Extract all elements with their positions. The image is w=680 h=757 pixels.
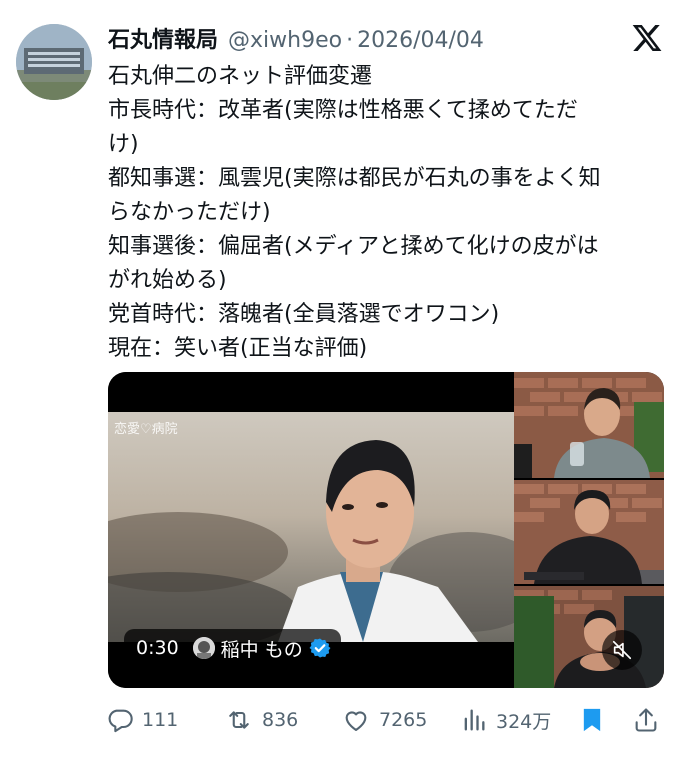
video-player[interactable]: 恋愛♡病院 0:30 稲中 もの (108, 372, 664, 688)
repost-icon (229, 711, 249, 729)
repost-button[interactable]: 836 (224, 700, 298, 740)
share-icon (635, 708, 657, 732)
tweet-line: け) (108, 132, 139, 157)
reply-button[interactable]: 111 (106, 700, 178, 740)
guest-video-1 (514, 372, 664, 478)
tweet-date[interactable]: 2026/04/04 (357, 28, 484, 53)
tweet-header: 石丸情報局 @xiwh9eo · 2026/04/04 (108, 22, 484, 54)
reply-icon (108, 709, 133, 733)
tweet-text: 石丸伸二のネット評価変遷 市長時代：改革者(実際は性格悪くて揉めてただ け) 都… (108, 60, 664, 366)
like-count: 7265 (379, 709, 428, 731)
author-handle[interactable]: @xiwh9eo (228, 28, 342, 53)
video-watermark: 恋愛♡病院 (114, 422, 178, 437)
like-button[interactable]: 7265 (341, 700, 427, 740)
guest-video-2 (514, 480, 664, 584)
header-separator: · (346, 28, 354, 53)
tweet-line: 石丸伸二のネット評価変遷 (108, 64, 373, 89)
verified-badge-icon (309, 638, 331, 658)
video-timestamp: 0:30 (136, 637, 179, 659)
channel-name[interactable]: 稲中 もの (221, 635, 303, 662)
mute-button[interactable] (602, 630, 642, 670)
x-logo-icon[interactable] (631, 22, 663, 54)
like-icon (345, 711, 367, 731)
tweet-line: 都知事選：風雲児(実際は都民が石丸の事をよく知 (108, 166, 601, 191)
video-still-image (108, 412, 514, 642)
tweet-line: 現在：笑い者(正当な評価) (108, 336, 368, 361)
video-info-pill[interactable]: 0:30 稲中 もの (124, 629, 341, 667)
avatar-image (16, 24, 92, 100)
picture-in-picture-panel (514, 372, 664, 688)
share-button[interactable] (632, 700, 660, 740)
reply-count: 111 (142, 709, 179, 731)
tweet-line: がれ始める) (108, 268, 227, 293)
tweet-line: 党首時代：落魄者(全員落選でオワコン) (108, 302, 500, 327)
views-icon (464, 709, 485, 731)
tweet-line: らなかっただけ) (108, 200, 271, 225)
guest-video-3 (514, 586, 664, 688)
mute-icon (612, 640, 632, 660)
bookmark-button[interactable] (578, 700, 606, 740)
channel-avatar[interactable] (192, 637, 215, 659)
tweet-line: 知事選後：偏屈者(メディアと揉めて化けの皮がは (108, 234, 599, 259)
views-button[interactable]: 324万 (460, 700, 551, 740)
tweet-actions: 111 836 7265 324万 (0, 700, 680, 740)
tweet-line: 市長時代：改革者(実際は性格悪くて揉めてただ (108, 98, 578, 123)
bookmark-icon (583, 708, 601, 732)
author-avatar[interactable] (16, 24, 92, 100)
video-still: 恋愛♡病院 (108, 412, 514, 642)
views-count: 324万 (496, 710, 552, 733)
author-name[interactable]: 石丸情報局 (108, 22, 218, 54)
repost-count: 836 (262, 709, 299, 731)
